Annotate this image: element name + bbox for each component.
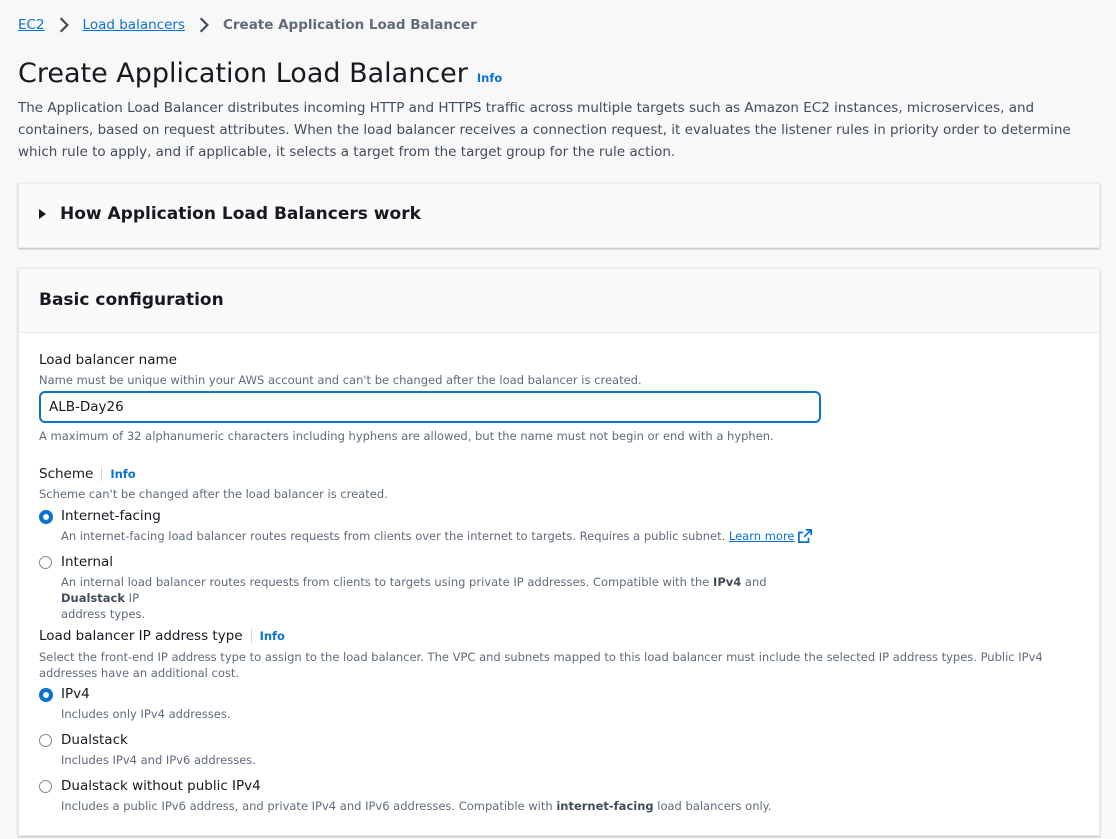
- ip-type-info-link[interactable]: Info: [260, 629, 285, 643]
- scheme-internal-label[interactable]: Internal: [61, 554, 113, 570]
- ip-type-label: Load balancer IP address type: [39, 628, 243, 644]
- ip-type-ipv4-label[interactable]: IPv4: [61, 686, 90, 702]
- breadcrumb-load-balancers-link[interactable]: Load balancers: [83, 17, 185, 33]
- scheme-label: Scheme: [39, 466, 94, 482]
- ip-type-ipv4-desc: Includes only IPv4 addresses.: [61, 707, 231, 721]
- ip-type-dualstack-no-public-label[interactable]: Dualstack without public IPv4: [61, 778, 261, 794]
- ip-type-dualstack-no-public-desc: Includes a public IPv6 address, and priv…: [61, 798, 772, 814]
- ip-type-dualstack-no-public-desc-b: internet-facing: [556, 799, 654, 813]
- lb-name-input[interactable]: [39, 391, 821, 423]
- divider: [250, 629, 252, 643]
- external-link-icon[interactable]: [797, 529, 812, 543]
- ip-type-dualstack-desc: Includes IPv4 and IPv6 addresses.: [61, 753, 256, 767]
- breadcrumb-ec2-link[interactable]: EC2: [18, 17, 45, 33]
- scheme-internet-facing-desc-text: An internet-facing load balancer routes …: [61, 529, 726, 543]
- scheme-internal-desc-dualstack: Dualstack: [61, 591, 126, 605]
- lb-name-constraint: A maximum of 32 alphanumeric characters …: [39, 429, 774, 443]
- learn-more-link[interactable]: Learn more: [729, 529, 795, 543]
- basic-configuration-title: Basic configuration: [39, 290, 224, 310]
- page-description: The Application Load Balancer distribute…: [18, 100, 1071, 160]
- breadcrumb-current: Create Application Load Balancer: [222, 17, 477, 33]
- scheme-label-row: Scheme Info: [39, 466, 136, 482]
- ip-type-dualstack-no-public-desc-c: load balancers only.: [653, 799, 772, 813]
- basic-configuration-panel: Basic configuration Load balancer name N…: [18, 268, 1100, 836]
- chevron-right-icon: [199, 17, 209, 33]
- how-alb-works-toggle[interactable]: How Application Load Balancers work: [39, 204, 421, 224]
- page-title: Create Application Load Balancer: [18, 58, 468, 89]
- chevron-right-icon: [59, 17, 69, 33]
- ip-type-dualstack-label[interactable]: Dualstack: [61, 732, 128, 748]
- scheme-internal-radio[interactable]: [39, 556, 52, 569]
- ip-type-dualstack-no-public-desc-a: Includes a public IPv6 address, and priv…: [61, 799, 557, 813]
- scheme-info-link[interactable]: Info: [110, 467, 135, 481]
- scheme-internal-desc-c: and: [741, 575, 767, 589]
- scheme-internet-facing-desc: An internet-facing load balancer routes …: [61, 528, 812, 544]
- scheme-internet-facing-label[interactable]: Internet-facing: [61, 508, 161, 524]
- scheme-internal-desc-f: address types.: [61, 607, 146, 621]
- basic-configuration-header: Basic configuration: [19, 269, 1099, 333]
- ip-type-ipv4-radio[interactable]: [39, 688, 53, 702]
- ip-type-description: Select the front-end IP address type to …: [39, 650, 1043, 680]
- caret-right-icon: [39, 209, 46, 219]
- scheme-internet-facing-radio[interactable]: [39, 510, 53, 524]
- how-alb-works-title: How Application Load Balancers work: [60, 204, 421, 224]
- lb-name-description: Name must be unique within your AWS acco…: [39, 373, 642, 387]
- scheme-internal-desc-a: An internal load balancer routes request…: [61, 575, 714, 589]
- page-info-link[interactable]: Info: [477, 71, 502, 85]
- ip-type-label-row: Load balancer IP address type Info: [39, 628, 285, 644]
- breadcrumb: EC2 Load balancers Create Application Lo…: [18, 16, 477, 34]
- scheme-internal-desc: An internal load balancer routes request…: [61, 574, 821, 622]
- ip-type-dualstack-radio[interactable]: [39, 734, 52, 747]
- ip-type-dualstack-no-public-radio[interactable]: [39, 780, 52, 793]
- scheme-description: Scheme can't be changed after the load b…: [39, 487, 388, 501]
- lb-name-label: Load balancer name: [39, 352, 177, 368]
- page-header: Create Application Load Balancer Info: [18, 58, 502, 89]
- how-alb-works-panel: How Application Load Balancers work: [18, 183, 1100, 248]
- divider: [101, 467, 103, 481]
- scheme-internal-desc-ipv4: IPv4: [713, 575, 742, 589]
- scheme-internal-desc-e: IP: [125, 591, 139, 605]
